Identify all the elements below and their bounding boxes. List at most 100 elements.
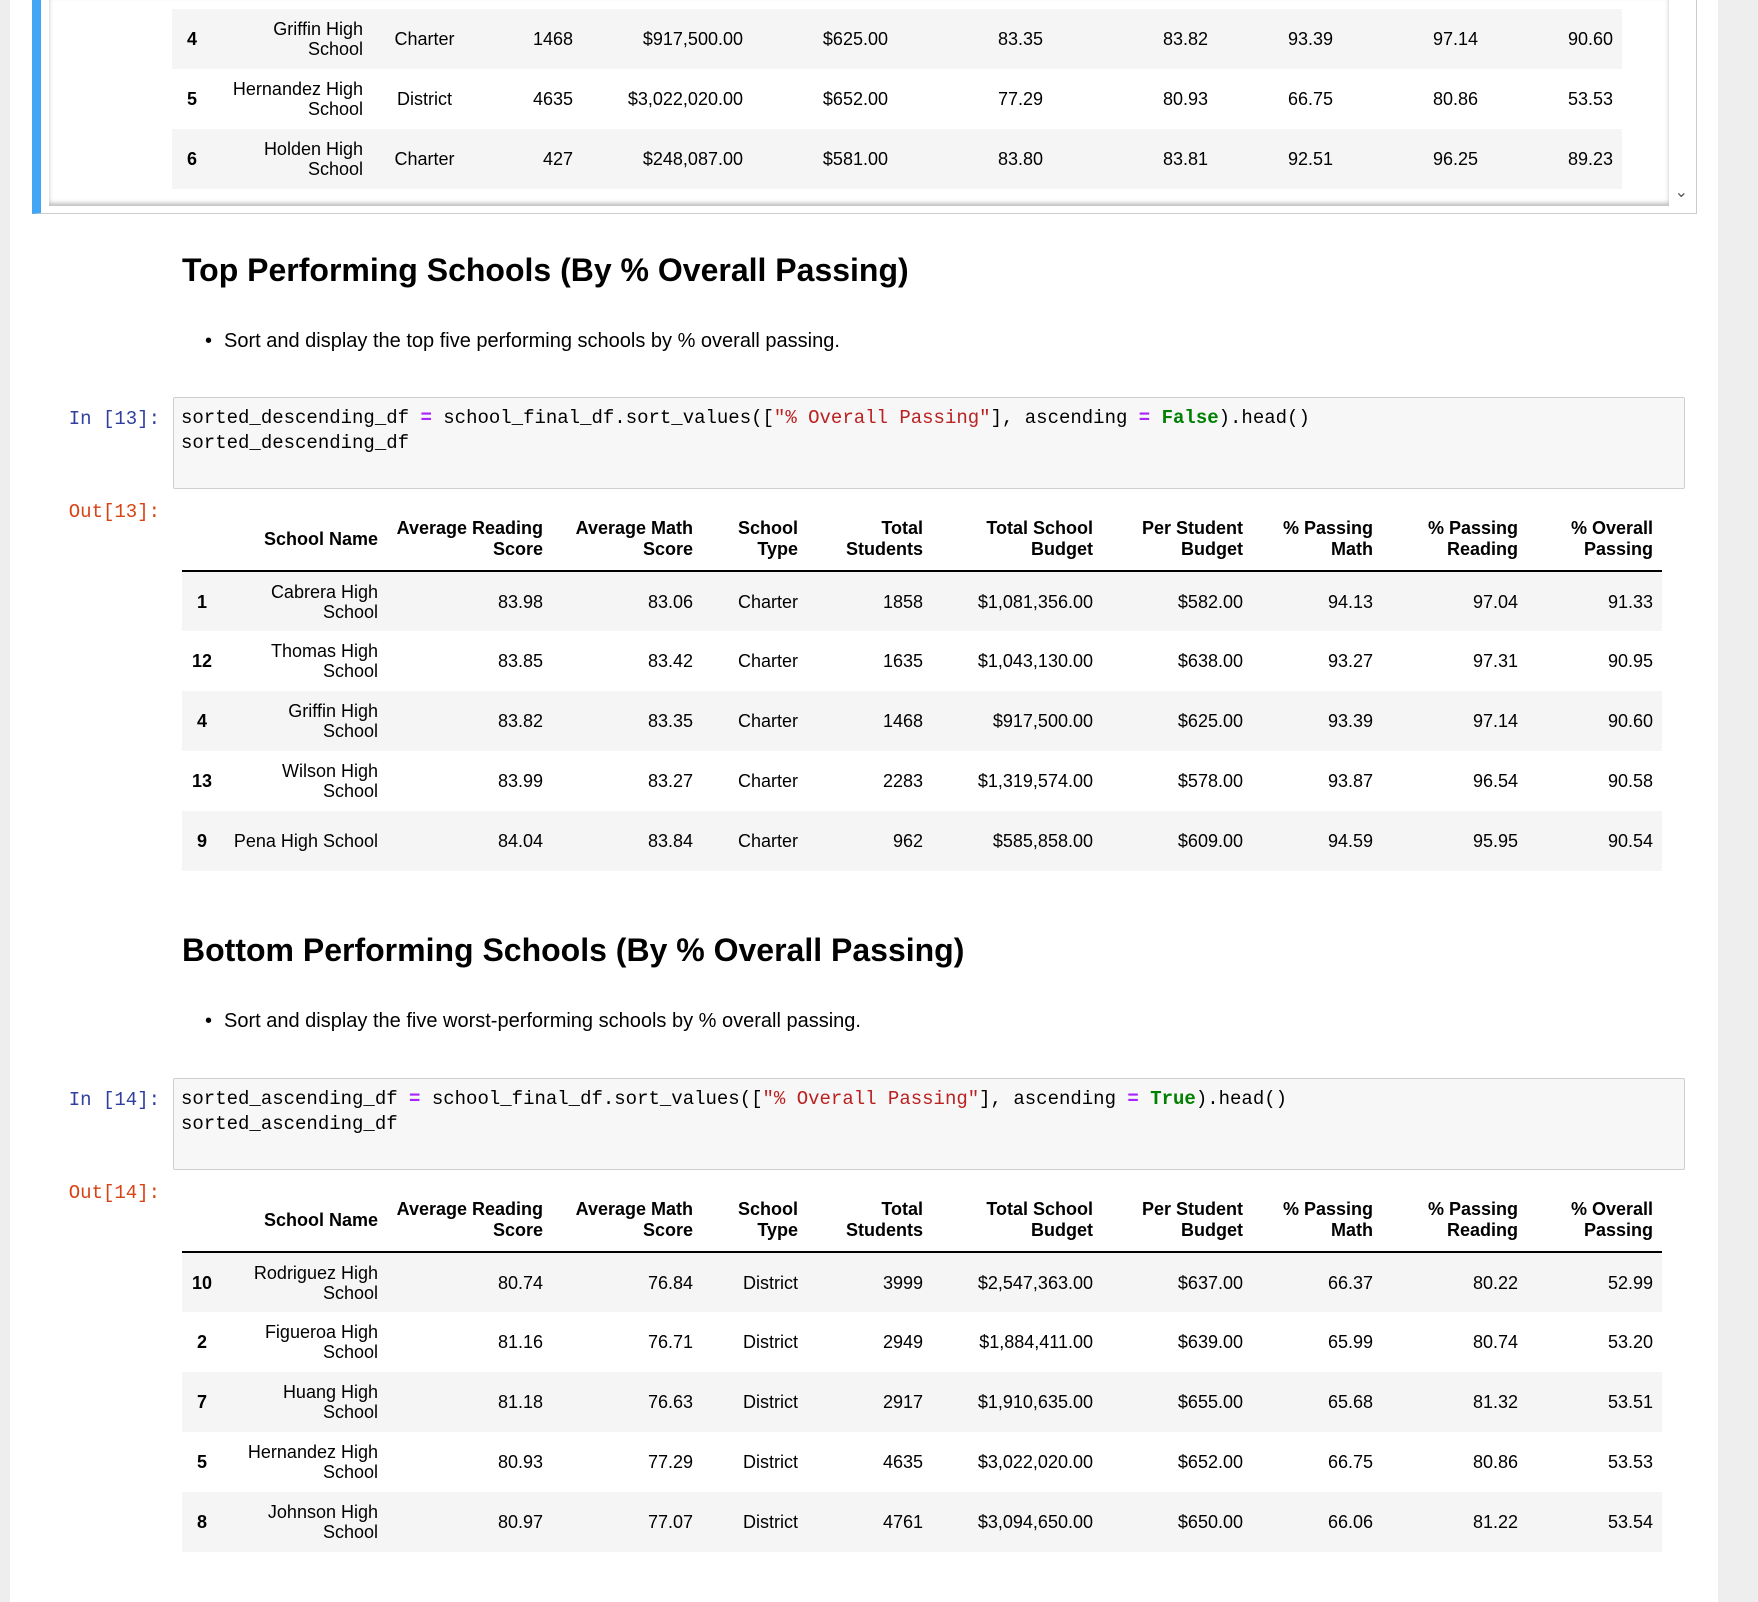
table-cell: 2917 (882, 1392, 923, 1412)
table-cell: 3999 (882, 1272, 923, 1293)
row-index: 12 (191, 651, 213, 671)
school-name-cell: Figueroa High School (264, 1322, 378, 1362)
table-cell: 80.97 (497, 1512, 543, 1532)
code-token: ).head() (1195, 1088, 1288, 1110)
table-cell: Charter (737, 831, 798, 851)
table-cell: 80.86 (1432, 89, 1478, 109)
table-cell: Charter (737, 711, 798, 731)
table-cell: 93.27 (1327, 651, 1373, 671)
code-token: ).head() (1218, 407, 1310, 429)
row-index: 4 (186, 29, 197, 49)
table-cell: 66.75 (1327, 1452, 1373, 1472)
table-cell: 53.51 (1607, 1392, 1653, 1412)
table-cell: 83.27 (647, 771, 693, 791)
table-cell: 97.14 (1432, 29, 1478, 49)
table-cell: 76.63 (647, 1392, 693, 1412)
table-cell: 1635 (882, 651, 923, 671)
table-cell: 84.04 (497, 831, 543, 851)
scroll-down-icon[interactable]: ⌄ (1675, 182, 1688, 202)
table-cell: 53.20 (1607, 1332, 1653, 1352)
school-name-cell: Huang High (212, 189, 372, 206)
table-row: 7 Huang High School 81.18 76.63 District 2917… (182, 1372, 1662, 1432)
column-header: School Type (737, 1199, 798, 1240)
table-cell: 77.07 (647, 1512, 693, 1532)
school-name-cell: Pena High School (233, 831, 378, 851)
row-index: 10 (191, 1272, 213, 1293)
table-cell: 76.84 (647, 1272, 693, 1293)
section-bullet-top: Sort and display the top five performing… (205, 330, 840, 353)
table-cell (372, 189, 477, 206)
table-cell: 83.82 (497, 711, 543, 731)
table-cell: $3,022,020.00 (627, 89, 743, 109)
table-cell: 1468 (532, 29, 573, 49)
column-header: Total Students (845, 1199, 923, 1240)
table-cell: 53.53 (1567, 89, 1613, 109)
input-prompt-13: In [13]: (68, 408, 160, 430)
table-cell: 80.22 (1472, 1272, 1518, 1293)
code-token: ], ascending (990, 407, 1139, 429)
school-summary-table: 4 Griffin High School Charter 1468 $917,500.… (172, 9, 1622, 206)
table-cell: 95.95 (1472, 831, 1518, 851)
column-header: % Overall Passing (1570, 518, 1653, 559)
row-index (172, 189, 212, 206)
column-header: % Overall Passing (1570, 1199, 1653, 1240)
table-cell: 2949 (882, 1332, 923, 1352)
table-cell: 53.53 (1607, 1452, 1653, 1472)
table-cell: 81.18 (497, 1392, 543, 1412)
table-cell: $581.00 (822, 149, 888, 169)
code-cell-13[interactable]: sorted_descending_df = school_final_df.s… (173, 397, 1685, 489)
table-cell: 92.51 (1287, 149, 1333, 169)
bottom-schools-table: School Name Average Reading Score Average … (182, 1199, 1662, 1552)
table-cell: District (743, 1332, 798, 1352)
table-cell: 80.93 (497, 1452, 543, 1472)
row-index: 9 (196, 831, 207, 851)
table-cell: Charter (737, 771, 798, 791)
section-heading-bottom: Bottom Performing Schools (By % Overall … (182, 932, 965, 968)
table-row: 13 Wilson High School 83.99 83.27 Charter 228… (182, 751, 1662, 811)
table-cell: 1468 (882, 711, 923, 731)
table-cell: 89.23 (1567, 149, 1613, 169)
column-header: Average Math Score (575, 518, 693, 559)
school-name-cell: Hernandez High School (232, 79, 363, 119)
section-bullet-bottom: Sort and display the five worst-performi… (205, 1010, 861, 1033)
column-header: % Passing Reading (1427, 518, 1518, 559)
table-cell: 90.95 (1607, 651, 1653, 671)
table-cell: 96.54 (1472, 771, 1518, 791)
table-cell: 80.74 (497, 1272, 543, 1293)
row-index: 4 (196, 711, 207, 731)
table-cell (1487, 189, 1622, 206)
school-name-cell: Griffin High School (273, 19, 363, 59)
code-token: "% Overall Passing" (773, 407, 991, 429)
table-cell: 97.31 (1472, 651, 1518, 671)
school-name-cell: Holden High School (263, 139, 363, 179)
row-index: 6 (186, 149, 197, 169)
column-header: Total School Budget (986, 1199, 1093, 1240)
school-name-cell: Hernandez High School (247, 1442, 378, 1482)
table-cell: 53.54 (1607, 1512, 1653, 1532)
output-scroll-area[interactable]: 4 Griffin High School Charter 1468 $917,500.… (49, 0, 1669, 206)
table-cell: 66.75 (1287, 89, 1333, 109)
table-cell: 83.99 (497, 771, 543, 791)
table-cell: 94.13 (1327, 591, 1373, 612)
table-cell: 80.74 (1472, 1332, 1518, 1352)
code-token: ], ascending (979, 1088, 1128, 1110)
table-cell: $1,043,130.00 (977, 651, 1093, 671)
table-cell (897, 189, 1052, 206)
previous-output-cell[interactable]: 4 Griffin High School Charter 1468 $917,500.… (32, 0, 1697, 214)
code-cell-14[interactable]: sorted_ascending_df = school_final_df.so… (173, 1078, 1685, 1170)
table-cell: 94.59 (1327, 831, 1373, 851)
column-header: Average Math Score (575, 1199, 693, 1240)
school-name-cell: Wilson High School (281, 761, 378, 801)
table-cell: 77.29 (997, 89, 1043, 109)
table-cell: 90.54 (1607, 831, 1653, 851)
table-cell: 83.84 (647, 831, 693, 851)
school-name-cell: Thomas High School (270, 641, 378, 681)
table-cell: $1,319,574.00 (977, 771, 1093, 791)
code-token: "% Overall Passing" (762, 1088, 980, 1110)
output-prompt-14: Out[14]: (68, 1182, 160, 1204)
table-cell (477, 189, 582, 206)
code-token: sorted_ascending_df (181, 1113, 398, 1135)
table-cell: District (743, 1272, 798, 1293)
notebook-page: 4 Griffin High School Charter 1468 $917,500.… (10, 0, 1718, 1602)
column-header (182, 518, 222, 571)
